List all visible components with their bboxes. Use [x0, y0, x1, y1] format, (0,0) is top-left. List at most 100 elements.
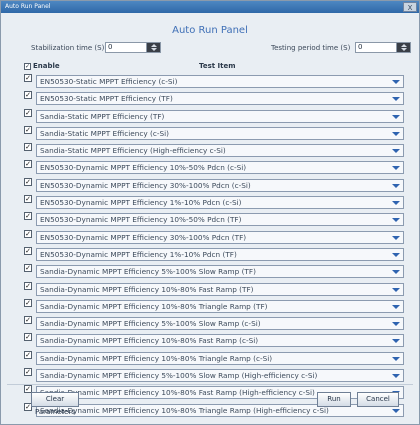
test-item-list: EN50530-Static MPPT Efficiency (c-Si) EN5…	[24, 73, 406, 419]
test-item-select[interactable]: Sandia-Static MPPT Efficiency (TF)	[36, 109, 404, 123]
test-item-label: Sandia-Dynamic MPPT Efficiency 10%-80% F…	[40, 336, 259, 346]
window-title: Auto Run Panel	[5, 3, 51, 10]
enable-checkbox[interactable]	[24, 143, 32, 152]
enable-checkbox[interactable]	[24, 350, 32, 359]
table-row: EN50530-Static MPPT Efficiency (c-Si)	[24, 73, 406, 90]
enable-checkbox[interactable]	[24, 281, 32, 290]
auto-run-window: Auto Run Panel X Auto Run Panel Stabiliz…	[0, 0, 420, 425]
table-row: EN50530-Dynamic MPPT Efficiency 1%-10% P…	[24, 194, 406, 211]
stabilization-time-spinner[interactable]: 0	[105, 42, 161, 53]
enable-checkbox[interactable]	[24, 212, 32, 221]
enable-checkbox[interactable]	[24, 316, 32, 325]
testing-period-spinner[interactable]: 0	[355, 42, 411, 53]
test-item-select[interactable]: EN50530-Dynamic MPPT Efficiency 30%-100%…	[36, 230, 404, 244]
test-item-label: Sandia-Dynamic MPPT Efficiency 10%-80% T…	[40, 301, 268, 311]
test-item-select[interactable]: Sandia-Static MPPT Efficiency (High-effi…	[36, 144, 404, 158]
chevron-down-icon[interactable]	[392, 304, 400, 309]
close-icon[interactable]: X	[403, 2, 417, 12]
testing-period-label: Testing period time (S)	[271, 44, 351, 52]
chevron-down-icon[interactable]	[392, 408, 400, 413]
stabilization-time-value[interactable]: 0	[108, 43, 112, 52]
test-item-label: Sandia-Dynamic MPPT Efficiency 5%-100% S…	[40, 267, 256, 277]
chevron-down-icon[interactable]	[392, 131, 400, 136]
test-item-select[interactable]: EN50530-Static MPPT Efficiency (TF)	[36, 92, 404, 106]
stabilization-time-label: Stabilization time (S)	[31, 44, 105, 52]
clear-parameters-button[interactable]: Clear Parameters	[31, 392, 79, 416]
chevron-down-icon[interactable]	[392, 183, 400, 188]
chevron-down-icon[interactable]	[392, 322, 400, 327]
table-row: EN50530-Static MPPT Efficiency (TF)	[24, 90, 406, 107]
testing-period-value[interactable]: 0	[358, 43, 362, 52]
chevron-down-icon[interactable]	[392, 166, 400, 171]
test-item-label: Sandia-Static MPPT Efficiency (TF)	[40, 111, 165, 121]
enable-checkbox[interactable]	[24, 264, 32, 273]
title-bar: Auto Run Panel X	[1, 1, 419, 13]
test-item-label: EN50530-Static MPPT Efficiency (TF)	[40, 94, 173, 104]
table-row: Sandia-Dynamic MPPT Efficiency 10%-80% T…	[24, 298, 406, 315]
test-item-label: EN50530-Dynamic MPPT Efficiency 30%-100%…	[40, 180, 251, 190]
chevron-down-icon[interactable]	[392, 287, 400, 292]
enable-checkbox[interactable]	[24, 125, 32, 134]
enable-checkbox[interactable]	[24, 298, 32, 307]
test-item-label: Sandia-Dynamic MPPT Efficiency 5%-100% S…	[40, 371, 318, 381]
enable-checkbox[interactable]	[24, 160, 32, 169]
test-item-select[interactable]: EN50530-Dynamic MPPT Efficiency 1%-10% P…	[36, 196, 404, 210]
test-item-select[interactable]: EN50530-Dynamic MPPT Efficiency 10%-50% …	[36, 161, 404, 175]
test-item-select[interactable]: Sandia-Dynamic MPPT Efficiency 10%-80% T…	[36, 299, 404, 313]
table-header: ✓ Enable Test Item	[1, 62, 419, 73]
spinner-arrows-icon[interactable]	[396, 43, 410, 52]
enable-checkbox[interactable]	[24, 195, 32, 204]
table-row: Sandia-Dynamic MPPT Efficiency 10%-80% F…	[24, 281, 406, 298]
test-item-select[interactable]: Sandia-Static MPPT Efficiency (c-Si)	[36, 126, 404, 140]
enable-checkbox[interactable]	[24, 246, 32, 255]
test-item-select[interactable]: EN50530-Dynamic MPPT Efficiency 10%-50% …	[36, 213, 404, 227]
enable-checkbox[interactable]	[24, 177, 32, 186]
test-item-label: EN50530-Dynamic MPPT Efficiency 10%-50% …	[40, 163, 247, 173]
chevron-down-icon[interactable]	[392, 235, 400, 240]
enable-checkbox[interactable]	[24, 108, 32, 117]
table-row: Sandia-Dynamic MPPT Efficiency 5%-100% S…	[24, 367, 406, 384]
test-item-select[interactable]: EN50530-Dynamic MPPT Efficiency 1%-10% P…	[36, 247, 404, 261]
table-row: Sandia-Static MPPT Efficiency (TF)	[24, 108, 406, 125]
test-item-label: EN50530-Dynamic MPPT Efficiency 10%-50% …	[40, 215, 242, 225]
test-item-label: EN50530-Static MPPT Efficiency (c-Si)	[40, 77, 178, 86]
test-item-select[interactable]: Sandia-Dynamic MPPT Efficiency 10%-80% F…	[36, 334, 404, 348]
enable-checkbox[interactable]	[24, 229, 32, 238]
chevron-down-icon[interactable]	[392, 374, 400, 379]
enable-checkbox[interactable]	[24, 333, 32, 342]
enable-checkbox[interactable]	[24, 368, 32, 377]
table-row: EN50530-Dynamic MPPT Efficiency 30%-100%…	[24, 229, 406, 246]
test-item-select[interactable]: EN50530-Static MPPT Efficiency (c-Si)	[36, 75, 404, 88]
divider	[7, 384, 413, 385]
test-item-select[interactable]: EN50530-Dynamic MPPT Efficiency 30%-100%…	[36, 178, 404, 192]
chevron-down-icon[interactable]	[392, 149, 400, 154]
chevron-down-icon[interactable]	[392, 252, 400, 257]
chevron-down-icon[interactable]	[392, 201, 400, 206]
test-item-select[interactable]: Sandia-Dynamic MPPT Efficiency 10%-80% F…	[36, 282, 404, 296]
test-item-label: EN50530-Dynamic MPPT Efficiency 30%-100%…	[40, 232, 247, 242]
page-title: Auto Run Panel	[172, 25, 248, 36]
cancel-button[interactable]: Cancel	[357, 392, 399, 407]
chevron-down-icon[interactable]	[392, 339, 400, 344]
test-item-label: Sandia-Dynamic MPPT Efficiency 10%-80% T…	[40, 353, 273, 363]
chevron-down-icon[interactable]	[392, 80, 400, 84]
enable-checkbox[interactable]	[24, 91, 32, 100]
spinner-arrows-icon[interactable]	[146, 43, 160, 52]
chevron-down-icon[interactable]	[392, 356, 400, 361]
table-row: EN50530-Dynamic MPPT Efficiency 1%-10% P…	[24, 246, 406, 263]
chevron-down-icon[interactable]	[392, 270, 400, 275]
table-row: EN50530-Dynamic MPPT Efficiency 10%-50% …	[24, 211, 406, 228]
chevron-down-icon[interactable]	[392, 218, 400, 223]
test-item-select[interactable]: Sandia-Dynamic MPPT Efficiency 5%-100% S…	[36, 265, 404, 279]
test-item-select[interactable]: Sandia-Dynamic MPPT Efficiency 5%-100% S…	[36, 317, 404, 331]
chevron-down-icon[interactable]	[392, 114, 400, 119]
enable-all-checkbox[interactable]: ✓	[24, 63, 31, 70]
enable-checkbox[interactable]	[24, 74, 32, 82]
run-button[interactable]: Run	[317, 392, 351, 407]
test-item-select[interactable]: Sandia-Dynamic MPPT Efficiency 10%-80% T…	[36, 351, 404, 365]
chevron-down-icon[interactable]	[392, 97, 400, 102]
test-item-select[interactable]: Sandia-Dynamic MPPT Efficiency 5%-100% S…	[36, 369, 404, 383]
test-item-label: EN50530-Dynamic MPPT Efficiency 1%-10% P…	[40, 198, 242, 208]
table-row: Sandia-Dynamic MPPT Efficiency 10%-80% F…	[24, 332, 406, 349]
test-item-label: Sandia-Static MPPT Efficiency (High-effi…	[40, 146, 226, 156]
